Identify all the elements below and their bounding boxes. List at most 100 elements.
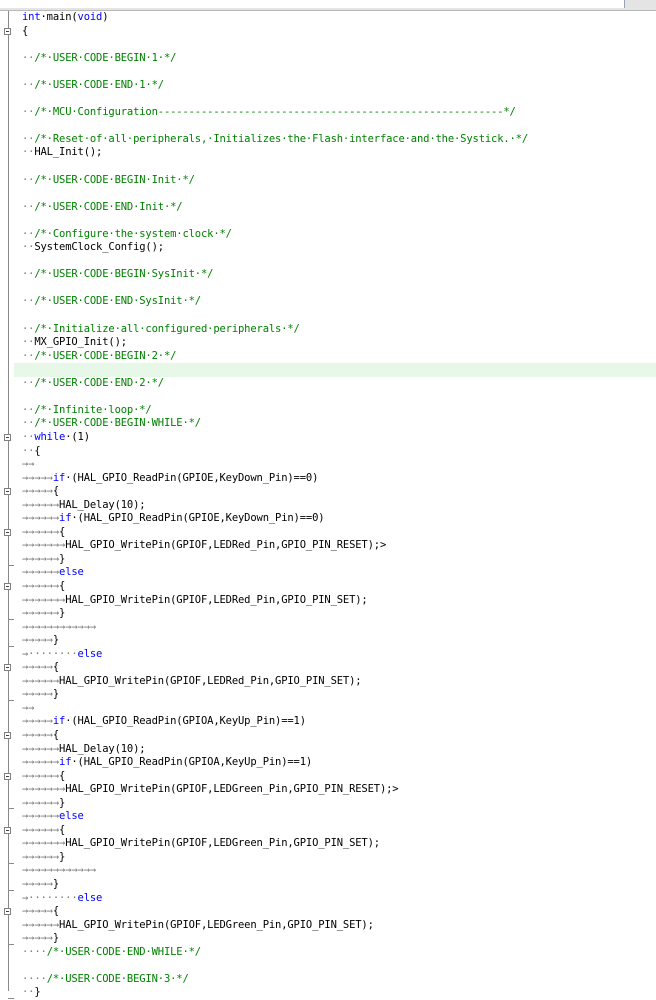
code-line[interactable]: →→→→→if·(HAL_GPIO_ReadPin(GPIOE,KeyDown_… xyxy=(22,472,656,486)
code-line[interactable]: →········else xyxy=(22,648,656,662)
code-line[interactable]: { xyxy=(22,25,656,39)
code-line[interactable]: →→→→→→if·(HAL_GPIO_ReadPin(GPIOE,KeyDown… xyxy=(22,512,656,526)
code-token: { xyxy=(52,728,60,741)
code-line[interactable]: ··/*·Initialize·all·configured·periphera… xyxy=(22,323,656,337)
code-line[interactable]: ··MX_GPIO_Init(); xyxy=(22,336,656,350)
code-line[interactable]: ··/*·USER·CODE·BEGIN·2·*/ xyxy=(22,350,656,364)
code-line[interactable] xyxy=(22,390,656,404)
fold-toggle-icon[interactable] xyxy=(4,664,11,672)
code-line[interactable]: ··} xyxy=(22,986,656,1000)
code-line[interactable]: →→ xyxy=(22,702,656,716)
code-line[interactable] xyxy=(22,959,656,973)
fold-toggle-icon[interactable] xyxy=(4,827,11,834)
code-line-current[interactable] xyxy=(14,363,656,377)
code-line[interactable]: →→→→→→} xyxy=(22,607,656,621)
code-line[interactable] xyxy=(22,187,656,201)
code-line[interactable]: ··/*·USER·CODE·END·1·*/ xyxy=(22,79,656,93)
code-line[interactable]: →→→→→→else xyxy=(22,566,656,580)
code-line[interactable]: →→→→→} xyxy=(22,878,656,892)
code-line[interactable]: ··/*·USER·CODE·END·Init·*/ xyxy=(22,201,656,215)
fold-toggle-icon[interactable] xyxy=(4,434,11,442)
code-line[interactable]: →→→→→→HAL_GPIO_WritePin(GPIOF,LEDRed_Pin… xyxy=(22,675,656,689)
whitespace-marker: ·· xyxy=(22,417,35,430)
code-line[interactable]: ··/*·USER·CODE·END·2·*/ xyxy=(22,377,656,391)
whitespace-marker: ·· xyxy=(22,241,35,254)
code-line[interactable]: →→→→→→→→→→→→ xyxy=(22,621,656,635)
whitespace-marker: ·· xyxy=(22,200,35,213)
code-line[interactable] xyxy=(22,282,656,296)
whitespace-marker: →→→→→ xyxy=(22,485,53,498)
code-line[interactable]: →→→→→→→HAL_GPIO_WritePin(GPIOF,LEDRed_Pi… xyxy=(22,539,656,553)
code-line[interactable]: →→→→→→if·(HAL_GPIO_ReadPin(GPIOA,KeyUp_P… xyxy=(22,756,656,770)
fold-toggle-icon[interactable] xyxy=(4,772,11,780)
code-line[interactable]: →→→→→→→HAL_GPIO_WritePin(GPIOF,LEDGreen_… xyxy=(22,837,656,851)
code-line[interactable]: ··/*·Infinite·loop·*/ xyxy=(22,404,656,418)
code-line[interactable] xyxy=(22,160,656,174)
code-line[interactable]: →→→→→{ xyxy=(22,485,656,499)
code-line[interactable]: ··/*·USER·CODE·END·SysInit·*/ xyxy=(22,295,656,309)
code-line[interactable]: →→→→→} xyxy=(22,634,656,648)
code-line[interactable]: ··/*·Configure·the·system·clock·*/ xyxy=(22,228,656,242)
code-line[interactable]: int·main(void) xyxy=(22,11,656,25)
code-line[interactable]: ··/*·USER·CODE·BEGIN·SysInit·*/ xyxy=(22,268,656,282)
whitespace-marker: ·· xyxy=(22,295,35,308)
code-line[interactable]: →→→→→→HAL_Delay(10); xyxy=(22,743,656,757)
code-line[interactable]: ··SystemClock_Config(); xyxy=(22,241,656,255)
whitespace-marker: →→→→→→ xyxy=(22,796,60,809)
code-line[interactable] xyxy=(22,65,656,79)
code-line[interactable]: →→→→→} xyxy=(22,932,656,946)
code-line[interactable]: →→→→→→{ xyxy=(22,824,656,838)
code-line[interactable] xyxy=(22,92,656,106)
fold-toggle-icon[interactable] xyxy=(4,908,11,916)
code-line[interactable]: →→→→→→} xyxy=(22,553,656,567)
code-line[interactable]: ··/*·USER·CODE·BEGIN·1·*/ xyxy=(22,52,656,66)
code-editor[interactable]: int·main(void){ ··/*·USER·CODE·BEGIN·1·*… xyxy=(14,11,656,1000)
code-line[interactable]: →→→→→→else xyxy=(22,810,656,824)
fold-end-marker xyxy=(8,862,14,864)
code-line[interactable]: ····/*·USER·CODE·BEGIN·3·*/ xyxy=(22,973,656,987)
fold-toggle-icon[interactable] xyxy=(4,488,11,496)
code-line[interactable]: →→→→→if·(HAL_GPIO_ReadPin(GPIOA,KeyUp_Pi… xyxy=(22,715,656,729)
code-line[interactable] xyxy=(22,309,656,323)
code-line[interactable]: →→→→→{ xyxy=(22,661,656,675)
code-line[interactable]: →→→→→→} xyxy=(22,851,656,865)
fold-toggle-icon[interactable] xyxy=(4,583,11,591)
code-line[interactable]: →→→→→→} xyxy=(22,797,656,811)
code-line[interactable] xyxy=(22,38,656,52)
code-line[interactable]: ··HAL_Init(); xyxy=(22,146,656,160)
code-line[interactable]: ··/*·USER·CODE·BEGIN·Init·*/ xyxy=(22,174,656,188)
editor-tab-active[interactable] xyxy=(0,0,625,8)
whitespace-marker: ·· xyxy=(22,146,35,159)
editor-tab-bar xyxy=(0,0,656,11)
code-line[interactable]: →→→→→→{ xyxy=(22,770,656,784)
code-line[interactable] xyxy=(22,119,656,133)
code-line[interactable] xyxy=(22,255,656,269)
code-line[interactable]: →→ xyxy=(22,458,656,472)
code-line[interactable]: →→→→→{ xyxy=(22,905,656,919)
code-line[interactable]: →→→→→→→HAL_GPIO_WritePin(GPIOF,LEDGreen_… xyxy=(22,783,656,797)
code-token: HAL_Delay(10); xyxy=(59,498,146,511)
fold-toggle-icon[interactable] xyxy=(4,732,11,740)
code-line[interactable]: →→→→→→→HAL_GPIO_WritePin(GPIOF,LEDRed_Pi… xyxy=(22,594,656,608)
fold-toggle-icon[interactable] xyxy=(4,528,11,536)
whitespace-marker: ·· xyxy=(22,376,35,389)
code-line[interactable]: →→→→→→→→→→→→ xyxy=(22,864,656,878)
comment-token: /*·Initialize·all·configured·peripherals… xyxy=(34,322,300,335)
code-line[interactable]: →········else xyxy=(22,892,656,906)
whitespace-marker: →→→→→→ xyxy=(22,566,60,579)
code-line[interactable]: ··/*·Reset·of·all·peripherals,·Initializ… xyxy=(22,133,656,147)
code-line[interactable]: ··/*·USER·CODE·BEGIN·WHILE·*/ xyxy=(22,417,656,431)
code-line[interactable]: ··while·(1) xyxy=(22,431,656,445)
code-line[interactable]: ··{ xyxy=(22,445,656,459)
code-line[interactable]: →→→→→→HAL_Delay(10); xyxy=(22,499,656,513)
code-token: { xyxy=(52,905,60,918)
code-line[interactable]: →→→→→→HAL_GPIO_WritePin(GPIOF,LEDGreen_P… xyxy=(22,919,656,933)
code-line[interactable] xyxy=(22,214,656,228)
code-line[interactable]: →→→→→} xyxy=(22,688,656,702)
code-line[interactable]: →→→→→{ xyxy=(22,729,656,743)
code-line[interactable]: →→→→→→{ xyxy=(22,526,656,540)
code-line[interactable]: →→→→→→{ xyxy=(22,580,656,594)
code-line[interactable]: ··/*·MCU·Configuration------------------… xyxy=(22,106,656,120)
fold-toggle-icon[interactable] xyxy=(4,27,11,35)
code-line[interactable]: ····/*·USER·CODE·END·WHILE·*/ xyxy=(22,946,656,960)
